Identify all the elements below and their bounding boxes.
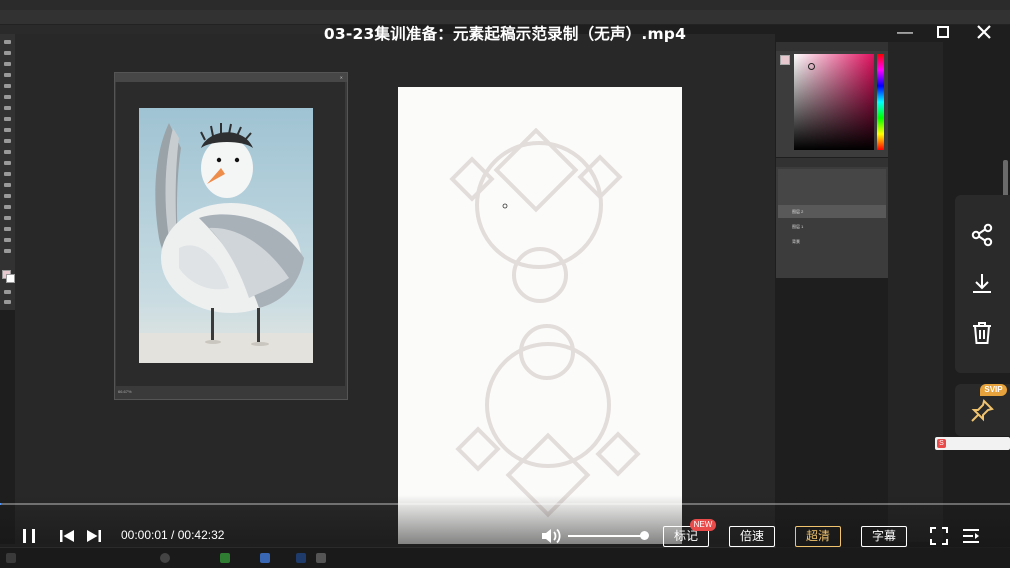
zoom-tool-icon [4, 249, 11, 253]
drawing-canvas[interactable] [398, 87, 682, 547]
color-fg-swatch[interactable] [780, 55, 790, 65]
layer-name: 图层 2 [792, 209, 804, 214]
photoshop-menubar [0, 0, 1010, 10]
trash-icon[interactable] [969, 320, 995, 346]
layers-panel-tabs [776, 158, 888, 167]
photo-window-titlebar: ✕ [115, 73, 347, 82]
time-separator: / [167, 528, 178, 542]
layer-name: 背景 [792, 239, 800, 244]
input-method-toolbar[interactable]: S [935, 437, 1010, 450]
start-icon[interactable] [6, 553, 16, 563]
layers-panel: 图层 2 图层 1 背景 [776, 158, 888, 278]
eyedropper-tool-icon [4, 95, 11, 99]
blur-tool-icon [4, 172, 11, 176]
app-taskbar-icon[interactable] [220, 553, 230, 563]
progress-fill [0, 503, 1, 505]
text-tool-icon [4, 205, 11, 209]
volume-icon[interactable] [540, 526, 562, 546]
maximize-icon[interactable] [930, 19, 956, 45]
lasso-tool-icon [4, 62, 11, 66]
shape-tool-icon [4, 227, 11, 231]
pause-icon[interactable] [20, 527, 38, 545]
speed-button[interactable]: 倍速 [729, 526, 775, 547]
minimize-icon[interactable]: — [892, 20, 918, 46]
photoshop-toolbar [0, 34, 15, 310]
pin-icon[interactable] [969, 398, 995, 424]
healing-tool-icon [4, 106, 11, 110]
search-taskbar-icon[interactable] [160, 553, 170, 563]
color-picker-cursor[interactable] [808, 63, 815, 70]
previous-icon[interactable] [58, 527, 76, 545]
tern-bird-photo [139, 108, 313, 363]
path-select-icon [4, 216, 11, 220]
download-icon[interactable] [969, 271, 995, 297]
crop-tool-icon [4, 84, 11, 88]
hue-slider[interactable] [877, 54, 884, 150]
stamp-tool-icon [4, 128, 11, 132]
dodge-tool-icon [4, 183, 11, 187]
share-icon[interactable] [969, 222, 995, 248]
photo-window-status: 66.67% [115, 387, 347, 397]
pen-tool-icon [4, 194, 11, 198]
windows-taskbar [0, 548, 1010, 568]
wand-tool-icon [4, 73, 11, 77]
svip-badge: SVIP [980, 384, 1007, 396]
subtitle-button-label: 字幕 [871, 529, 896, 543]
speed-button-label: 倍速 [739, 529, 764, 543]
layers-options [778, 169, 886, 206]
fullscreen-icon[interactable] [929, 526, 949, 546]
volume-knob[interactable] [640, 531, 649, 540]
playlist-icon[interactable] [961, 526, 981, 546]
sogou-icon[interactable]: S [937, 439, 946, 448]
eraser-tool-icon [4, 150, 11, 154]
next-icon[interactable] [85, 527, 103, 545]
layer-row[interactable]: 图层 2 [778, 205, 886, 218]
current-time: 00:00:01 [121, 528, 168, 542]
quality-button-label: 超清 [805, 529, 830, 543]
close-icon[interactable] [971, 19, 997, 45]
history-brush-icon [4, 139, 11, 143]
layer-row[interactable]: 图层 1 [778, 220, 886, 233]
background-color-swatch[interactable] [6, 274, 15, 283]
photoshop-right-dock [888, 42, 943, 542]
time-display: 00:00:01 / 00:42:32 [121, 528, 224, 542]
quality-button[interactable]: 超清 [795, 526, 841, 547]
gradient-tool-icon [4, 161, 11, 165]
volume-slider[interactable] [568, 535, 644, 537]
side-action-panel [955, 195, 1010, 373]
total-time: 00:42:32 [177, 528, 225, 542]
progress-bar[interactable] [0, 503, 1010, 505]
photoshop-taskbar-icon[interactable] [296, 553, 306, 563]
subtitle-button[interactable]: 字幕 [861, 526, 907, 547]
marquee-tool-icon [4, 51, 11, 55]
color-picker-field[interactable] [794, 54, 874, 150]
new-badge: NEW [690, 519, 716, 531]
screen-mode-icon [4, 300, 11, 304]
video-title: 03-23集训准备：元素起稿示范录制（无声）.mp4 [323, 25, 687, 43]
mark-button-label: 标记 [673, 529, 698, 543]
layer-row[interactable]: 背景 [778, 235, 886, 248]
zoom-level: 66.67% [118, 389, 132, 394]
color-panel [776, 42, 888, 157]
layer-name: 图层 1 [792, 224, 804, 229]
photo-window-close-icon[interactable]: ✕ [340, 73, 343, 82]
brush-tool-icon [4, 117, 11, 121]
hand-tool-icon [4, 238, 11, 242]
quick-mask-icon [4, 290, 11, 294]
app-taskbar-icon[interactable] [260, 553, 270, 563]
app-taskbar-icon[interactable] [316, 553, 326, 563]
